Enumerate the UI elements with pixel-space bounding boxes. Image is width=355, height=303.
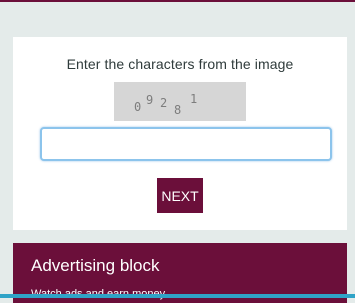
captcha-char: 1 xyxy=(190,92,197,106)
captcha-image: 0 9 2 8 1 xyxy=(114,82,246,121)
captcha-char: 0 xyxy=(134,100,141,114)
captcha-char: 2 xyxy=(160,96,167,110)
captcha-answer-input[interactable] xyxy=(40,127,332,161)
next-button[interactable]: NEXT xyxy=(157,178,203,213)
captcha-glyphs: 0 9 2 8 1 xyxy=(134,92,197,117)
captcha-card: Enter the characters from the image 0 9 … xyxy=(13,37,347,230)
captcha-char: 9 xyxy=(146,93,153,107)
advertising-title: Advertising block xyxy=(31,256,160,275)
captcha-prompt: Enter the characters from the image xyxy=(66,56,294,72)
top-accent-bar xyxy=(0,0,355,2)
captcha-char: 8 xyxy=(174,103,181,117)
bottom-accent-strip xyxy=(0,294,355,298)
